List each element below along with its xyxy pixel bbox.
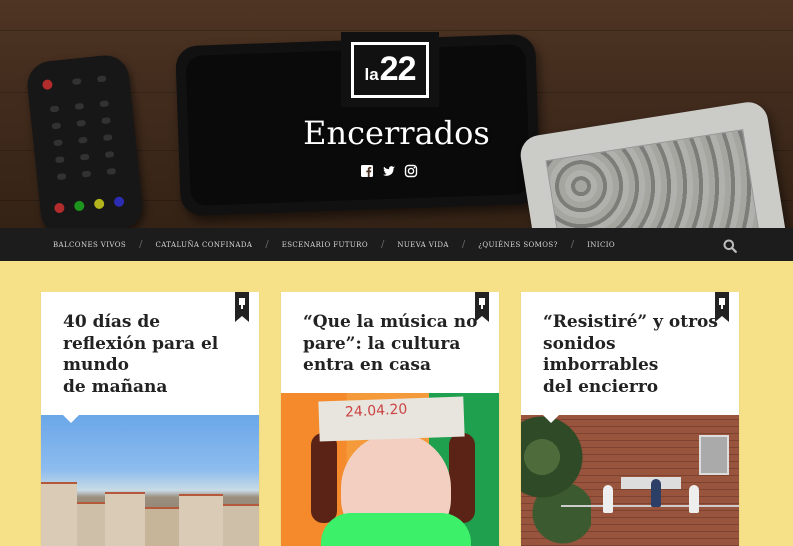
nav-separator: / — [139, 239, 143, 250]
nav-separator: / — [380, 239, 385, 250]
post-thumbnail[interactable] — [521, 415, 739, 546]
search-icon[interactable] — [723, 238, 737, 253]
nav-separator: / — [461, 239, 466, 250]
nav-item-inicio[interactable]: INICIO — [587, 241, 615, 249]
facebook-icon[interactable] — [360, 163, 374, 177]
nav-item-nueva-vida[interactable]: NUEVA VIDA — [397, 241, 448, 249]
post-title-line: de mañana — [63, 376, 168, 397]
post-title-line: entra en casa — [303, 355, 431, 375]
thumb-notch — [543, 415, 559, 423]
post-title-line: mundo — [63, 355, 129, 375]
twitter-icon[interactable] — [382, 163, 396, 177]
post-card[interactable]: “Resistiré” y otros sonidos imborrables … — [521, 292, 739, 546]
instagram-icon[interactable] — [404, 163, 418, 178]
nav-item-quienes-somos[interactable]: ¿QUIÉNES SOMOS? — [478, 241, 558, 249]
nav-separator: / — [265, 239, 269, 250]
main-navigation: BALCONES VIVOS / CATALUÑA CONFINADA / ES… — [0, 228, 793, 261]
post-title[interactable]: 40 días de reflexión para el mundo de ma… — [63, 312, 241, 398]
post-card[interactable]: “Que la música no pare”: la cultura entr… — [281, 292, 499, 546]
post-title-line: sonidos — [543, 333, 616, 354]
post-title-line: pare”: la cultura — [303, 333, 461, 354]
post-card[interactable]: 40 días de reflexión para el mundo de ma… — [41, 292, 259, 546]
post-title-line: del encierro — [543, 376, 659, 397]
post-title[interactable]: “Que la música no pare”: la cultura entr… — [303, 312, 481, 377]
thumb-notch — [63, 415, 79, 423]
post-title-line: “Resistiré” y otros — [543, 312, 718, 332]
social-links — [360, 163, 434, 179]
nav-item-balcones-vivos[interactable]: BALCONES VIVOS — [53, 241, 126, 249]
post-title[interactable]: “Resistiré” y otros sonidos imborrables … — [543, 312, 721, 398]
site-logo[interactable]: la 22 — [341, 32, 439, 107]
pin-icon — [239, 298, 245, 309]
nav-separator: / — [570, 239, 575, 250]
post-title-line: 40 días de — [63, 312, 161, 332]
post-title-line: reflexión para el — [63, 333, 219, 354]
post-thumbnail[interactable] — [41, 415, 259, 546]
nav-item-escenario-futuro[interactable]: ESCENARIO FUTURO — [282, 241, 368, 249]
post-title-line: imborrables — [543, 355, 659, 375]
paper-date-text: 24.04.20 — [344, 401, 408, 421]
pin-icon — [479, 298, 485, 309]
hero-header: la 22 Encerrados — [0, 0, 793, 228]
nav-item-cataluna-confinada[interactable]: CATALUÑA CONFINADA — [155, 241, 252, 249]
pin-icon — [719, 298, 725, 309]
site-title[interactable]: Encerrados — [0, 114, 793, 152]
logo-mark: la 22 — [351, 41, 429, 98]
post-title-line: “Que la música no — [303, 312, 478, 332]
post-thumbnail[interactable]: 24.04.20 — [281, 393, 499, 546]
